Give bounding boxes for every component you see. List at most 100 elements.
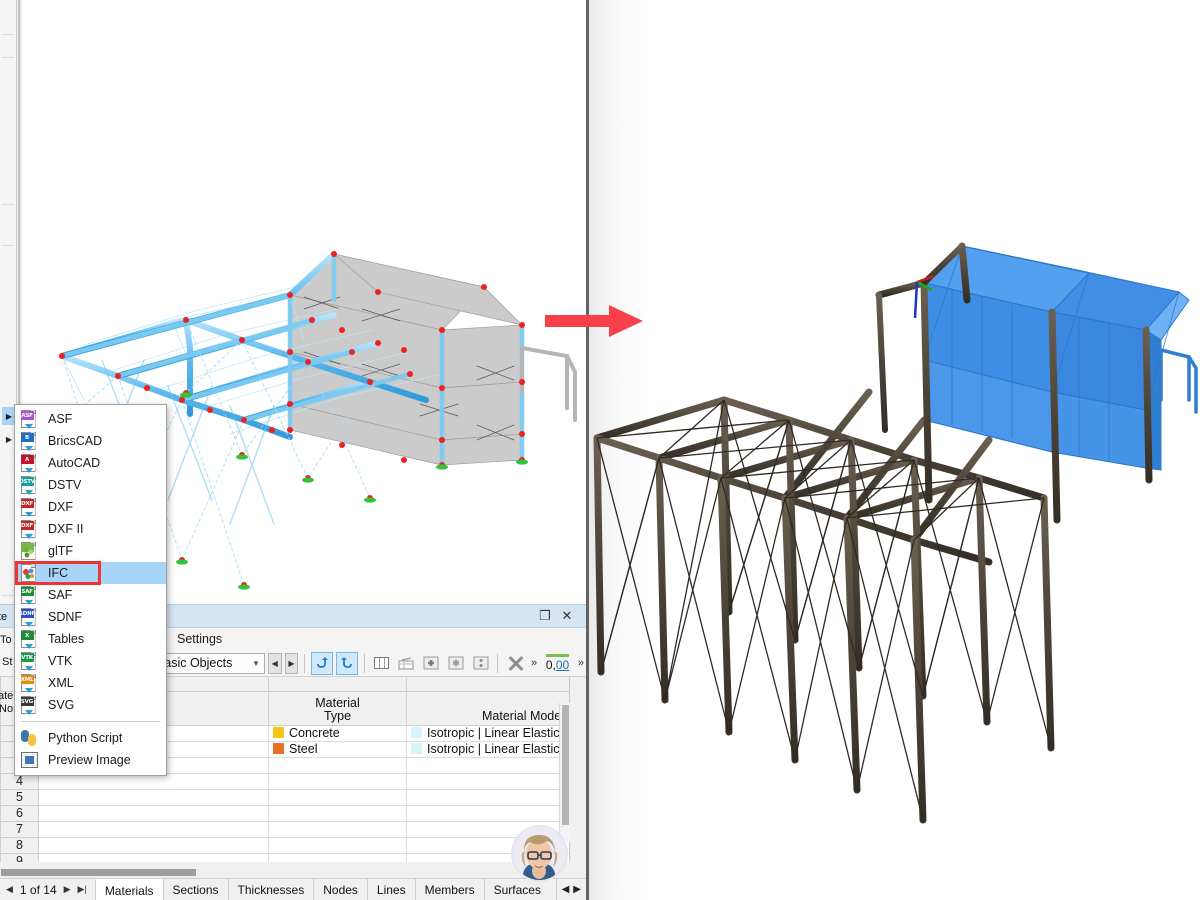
cell-material-type[interactable] <box>268 756 407 774</box>
cell-material-type[interactable] <box>268 804 407 822</box>
tab-scroll-controls[interactable]: ◀ ▶ <box>555 879 586 900</box>
tab-thicknesses[interactable]: Thicknesses <box>227 879 314 900</box>
menu-item-dstv[interactable]: DSTV DSTV <box>15 474 166 496</box>
tab-members[interactable]: Members <box>414 879 484 900</box>
delete-row-button[interactable] <box>445 652 467 675</box>
cell-material-type[interactable] <box>268 788 407 806</box>
clipped-label: To <box>0 634 12 646</box>
cell-material-model[interactable] <box>406 772 569 790</box>
toolbar-overflow-1[interactable]: » <box>529 657 539 669</box>
menu-item-svg[interactable]: SVG SVG <box>15 694 166 716</box>
tab-lines[interactable]: Lines <box>366 879 415 900</box>
table-row[interactable]: 8 <box>0 836 569 854</box>
menu-label: DXF II <box>48 522 84 536</box>
prev-button[interactable]: ◀ <box>267 652 282 674</box>
scrollbar-thumb[interactable] <box>1 869 196 876</box>
tab-materials[interactable]: Materials <box>94 879 163 900</box>
cell-material-model[interactable] <box>406 756 569 774</box>
decimal-places-button[interactable]: 0,00 <box>542 652 573 675</box>
menu-item-tables[interactable]: X Tables <box>15 628 166 650</box>
cell-material-type[interactable]: Steel <box>268 740 407 758</box>
toolbar-separator <box>363 653 365 673</box>
last-record-button[interactable]: ▶| <box>78 884 87 895</box>
close-x-icon <box>508 656 523 671</box>
cell-material-name[interactable] <box>38 820 269 838</box>
clear-table-button[interactable] <box>504 652 526 675</box>
menu-item-bricscad[interactable]: B BricsCAD <box>15 430 166 452</box>
menu-label: SVG <box>48 698 75 712</box>
table-row[interactable]: 7 <box>0 820 569 838</box>
export-format-menu[interactable]: ASF ASF B BricsCAD A AutoCAD DSTV DSTV D… <box>14 404 167 776</box>
menu-label: Preview Image <box>48 753 131 767</box>
cell-material-model[interactable] <box>406 804 569 822</box>
menu-item-sdnf[interactable]: SDNF SDNF <box>15 606 166 628</box>
toolbar-overflow-2[interactable]: » <box>576 657 586 669</box>
menu-label: VTK <box>48 654 73 668</box>
group-header-b <box>268 677 407 692</box>
header-material-type[interactable]: Material Type <box>268 691 407 726</box>
plus-square-icon <box>423 656 439 670</box>
menu-item-ifc[interactable]: IFC <box>15 561 166 585</box>
cell-material-type[interactable] <box>268 772 407 790</box>
table-pen-icon <box>398 656 414 669</box>
tab-nodes[interactable]: Nodes <box>313 879 367 900</box>
menu-item-saf[interactable]: SAF SAF <box>15 584 166 606</box>
menu-item-asf[interactable]: ASF ASF <box>15 408 166 430</box>
cell-material-name[interactable] <box>38 836 269 854</box>
redo-button[interactable] <box>335 651 358 675</box>
tab-sections[interactable]: Sections <box>162 879 228 900</box>
assistant-avatar[interactable] <box>511 825 568 882</box>
table-tabbar: ◀ 1 of 14 ▶ ▶| Materials Sections Thickn… <box>0 878 586 900</box>
menu-label: BricsCAD <box>48 434 103 448</box>
table-horizontal-scrollbar[interactable] <box>0 868 570 878</box>
vtk-file-icon: VTK <box>19 652 39 671</box>
rendered-model-pane <box>589 0 1200 900</box>
group-header-c <box>406 677 569 692</box>
menu-item-xml[interactable]: XML XML <box>15 672 166 694</box>
table-view-button[interactable] <box>371 652 393 675</box>
tab-scroll-right[interactable]: ▶ <box>573 884 581 895</box>
restore-button[interactable]: ❐ <box>534 607 556 625</box>
menu-settings[interactable]: Settings <box>168 632 231 646</box>
cell-material-name[interactable] <box>38 852 269 862</box>
undo-button[interactable] <box>311 651 333 675</box>
menu-item-vtk[interactable]: VTK VTK <box>15 650 166 672</box>
menu-item-autocad[interactable]: A AutoCAD <box>15 452 166 474</box>
header-material-model[interactable]: Material Model <box>406 691 569 726</box>
menu-item-python-script[interactable]: Python Script <box>15 727 166 749</box>
add-row-button[interactable] <box>420 652 442 675</box>
cell-material-type[interactable] <box>268 820 407 838</box>
cell-material-type[interactable] <box>268 836 407 854</box>
table-edit-button[interactable] <box>395 652 417 675</box>
tab-surfaces[interactable]: Surfaces <box>483 879 550 900</box>
menu-item-preview-image[interactable]: Preview Image <box>15 749 166 771</box>
table-vertical-scrollbar[interactable] <box>559 703 570 842</box>
red-right-arrow <box>543 303 648 339</box>
color-swatch <box>411 727 422 738</box>
cell-material-name[interactable] <box>38 804 269 822</box>
menu-item-dxf-ii[interactable]: DXF DXF II <box>15 518 166 540</box>
menu-item-gltf[interactable]: glTF <box>15 540 166 562</box>
menu-item-dxf[interactable]: DXF DXF <box>15 496 166 518</box>
preview-image-icon <box>19 751 39 769</box>
tab-scroll-left[interactable]: ◀ <box>562 884 570 895</box>
cell-material-type[interactable] <box>268 852 407 862</box>
cell-material-model[interactable]: Isotropic | Linear Elastic <box>406 740 569 758</box>
table-row[interactable]: 9 <box>0 852 569 862</box>
highlight-annotation-rect <box>15 561 101 585</box>
cell-material-model[interactable] <box>406 788 569 806</box>
menu-label: Python Script <box>48 731 123 745</box>
asf-file-icon: ASF <box>19 410 39 429</box>
menu-label: DSTV <box>48 478 82 492</box>
cell-material-model[interactable]: Isotropic | Linear Elastic <box>406 724 569 742</box>
close-button[interactable]: ✕ <box>556 607 578 625</box>
screenshot-root: ASF ASF B BricsCAD A AutoCAD DSTV DSTV D… <box>0 0 1200 900</box>
table-row[interactable]: 6 <box>0 804 569 822</box>
cell-material-type[interactable]: Concrete <box>268 724 407 742</box>
scrollbar-thumb[interactable] <box>562 705 569 825</box>
row-options-button[interactable] <box>470 652 492 675</box>
cell-material-name[interactable] <box>38 788 269 806</box>
next-record-button[interactable]: ▶ <box>64 884 71 895</box>
table-row[interactable]: 5 <box>0 788 569 806</box>
next-button[interactable]: ▶ <box>284 652 299 674</box>
